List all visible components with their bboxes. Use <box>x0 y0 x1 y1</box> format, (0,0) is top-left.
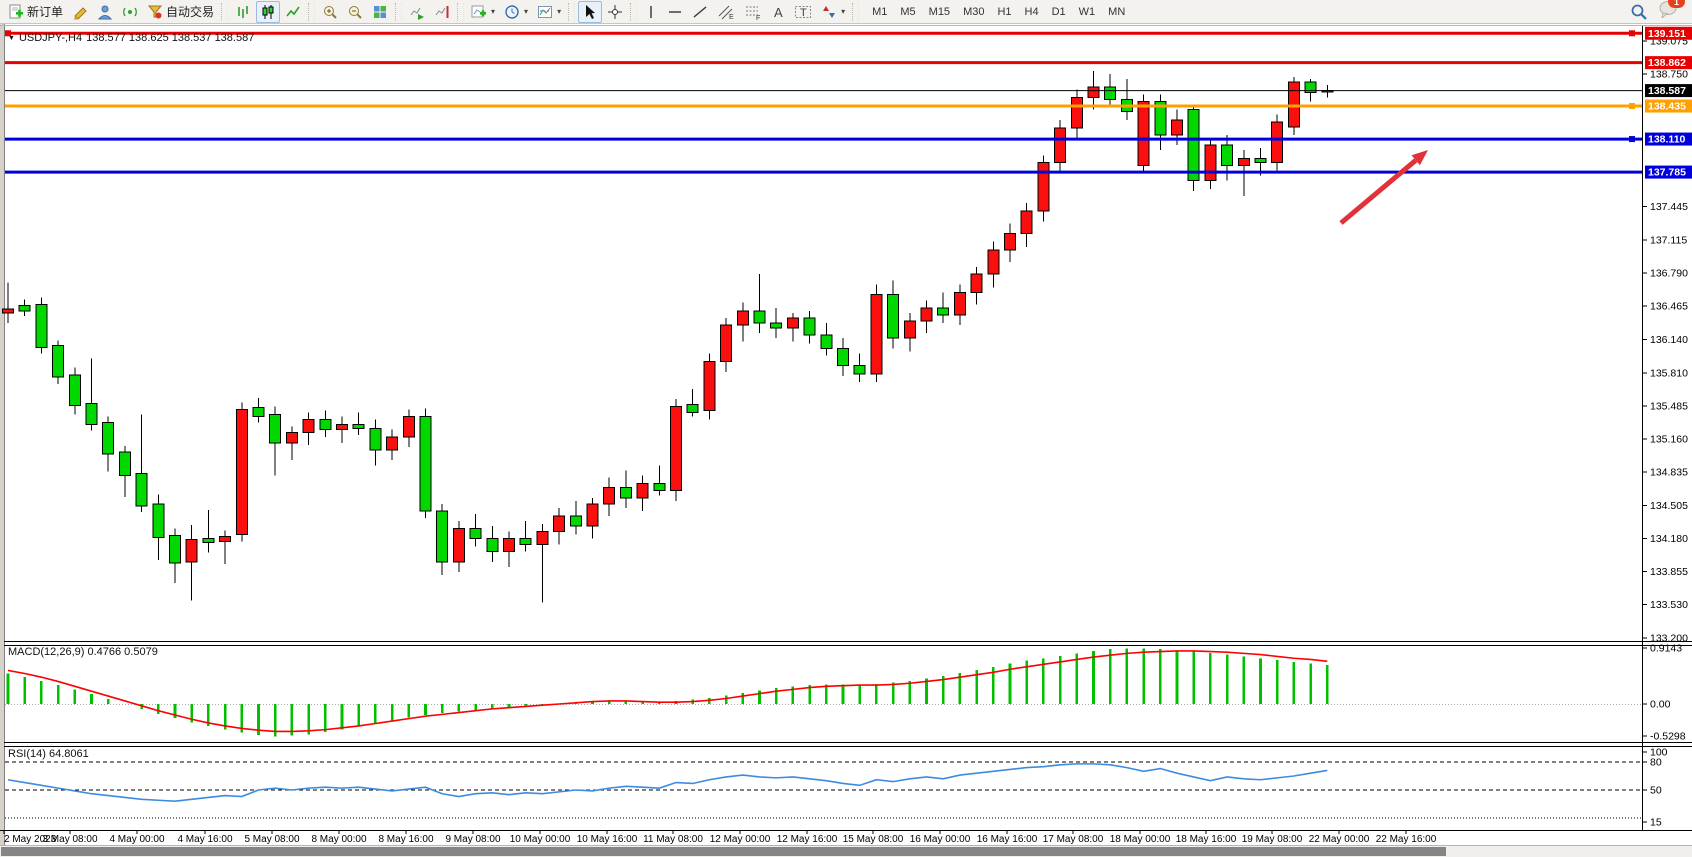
svg-text:5 May 08:00: 5 May 08:00 <box>244 834 299 845</box>
macd-name: MACD(12,26,9) <box>8 646 84 658</box>
svg-text:17 May 08:00: 17 May 08:00 <box>1043 834 1104 845</box>
svg-text:136.465: 136.465 <box>1650 301 1688 313</box>
mt4-window: 新订单 自动交易 <box>0 0 1692 857</box>
svg-text:9 May 08:00: 9 May 08:00 <box>445 834 500 845</box>
chart-title-ohlc: 138.577 138.625 138.537 138.587 <box>86 32 254 44</box>
svg-text:18 May 16:00: 18 May 16:00 <box>1176 834 1237 845</box>
rsi-pane: 100805015 <box>5 747 1668 829</box>
rsi-label: RSI(14) 64.8061 <box>8 748 89 760</box>
svg-text:135.810: 135.810 <box>1650 367 1688 379</box>
svg-text:135.485: 135.485 <box>1650 400 1688 412</box>
svg-text:18 May 00:00: 18 May 00:00 <box>1110 834 1171 845</box>
trend-arrow[interactable] <box>1341 150 1428 223</box>
svg-text:138.862: 138.862 <box>1648 57 1686 69</box>
svg-text:0.00: 0.00 <box>1650 699 1671 711</box>
svg-text:137.445: 137.445 <box>1650 201 1688 213</box>
svg-text:12 May 00:00: 12 May 00:00 <box>710 834 771 845</box>
svg-text:15: 15 <box>1650 817 1662 829</box>
svg-text:80: 80 <box>1650 757 1662 769</box>
svg-text:134.180: 134.180 <box>1650 533 1688 545</box>
horizontal-scrollbar[interactable] <box>0 845 1692 857</box>
svg-text:136.140: 136.140 <box>1650 334 1688 346</box>
svg-text:134.835: 134.835 <box>1650 466 1688 478</box>
svg-text:4 May 00:00: 4 May 00:00 <box>109 834 164 845</box>
svg-text:138.435: 138.435 <box>1648 101 1686 113</box>
line-handle[interactable] <box>1629 103 1635 109</box>
svg-text:10 May 00:00: 10 May 00:00 <box>510 834 571 845</box>
rsi-name: RSI(14) <box>8 748 46 760</box>
svg-text:134.505: 134.505 <box>1650 500 1688 512</box>
svg-text:3 May 08:00: 3 May 08:00 <box>42 834 97 845</box>
svg-text:138.587: 138.587 <box>1648 85 1686 97</box>
chart-title-symbol: USDJPY-,H4 <box>19 32 82 44</box>
svg-text:15 May 08:00: 15 May 08:00 <box>843 834 904 845</box>
svg-text:139.151: 139.151 <box>1648 28 1686 40</box>
price-axis: 139.075138.750137.445137.115136.790136.4… <box>1642 27 1692 645</box>
chart-canvas[interactable]: 139.075138.750137.445137.115136.790136.4… <box>0 0 1692 846</box>
svg-text:-0.5298: -0.5298 <box>1650 731 1686 743</box>
svg-text:8 May 16:00: 8 May 16:00 <box>378 834 433 845</box>
svg-text:4 May 16:00: 4 May 16:00 <box>177 834 232 845</box>
symbol-dropdown-icon[interactable]: ▼ <box>8 35 15 42</box>
svg-text:137.785: 137.785 <box>1648 167 1686 179</box>
svg-text:138.750: 138.750 <box>1650 69 1688 81</box>
svg-text:50: 50 <box>1650 785 1662 797</box>
time-axis: 2 May 20233 May 08:004 May 00:004 May 16… <box>4 831 1437 845</box>
svg-text:137.115: 137.115 <box>1650 235 1687 247</box>
scrollbar-thumb[interactable] <box>1 847 1446 856</box>
level-lines[interactable] <box>5 30 1642 172</box>
svg-text:16 May 16:00: 16 May 16:00 <box>977 834 1038 845</box>
svg-text:16 May 00:00: 16 May 00:00 <box>910 834 971 845</box>
svg-text:138.110: 138.110 <box>1648 134 1686 146</box>
svg-text:8 May 00:00: 8 May 00:00 <box>311 834 366 845</box>
svg-text:133.530: 133.530 <box>1650 599 1688 611</box>
line-handle[interactable] <box>1629 136 1635 142</box>
svg-text:136.790: 136.790 <box>1650 268 1688 280</box>
chart-title: ▼ USDJPY-,H4 138.577 138.625 138.537 138… <box>8 32 254 44</box>
macd-values: 0.4766 0.5079 <box>87 646 157 658</box>
svg-text:22 May 00:00: 22 May 00:00 <box>1309 834 1370 845</box>
line-handle[interactable] <box>1629 30 1635 36</box>
candlesticks <box>3 71 1333 602</box>
svg-text:10 May 16:00: 10 May 16:00 <box>577 834 638 845</box>
svg-text:0.9143: 0.9143 <box>1650 643 1682 655</box>
svg-text:19 May 08:00: 19 May 08:00 <box>1242 834 1303 845</box>
svg-text:12 May 16:00: 12 May 16:00 <box>777 834 838 845</box>
macd-label: MACD(12,26,9) 0.4766 0.5079 <box>8 646 158 658</box>
svg-text:22 May 16:00: 22 May 16:00 <box>1376 834 1437 845</box>
svg-text:133.855: 133.855 <box>1650 566 1688 578</box>
svg-text:11 May 08:00: 11 May 08:00 <box>643 834 703 845</box>
svg-text:135.160: 135.160 <box>1650 433 1688 445</box>
rsi-value: 64.8061 <box>49 748 89 760</box>
macd-pane: 0.9143 0.00 -0.5298 <box>5 643 1686 743</box>
